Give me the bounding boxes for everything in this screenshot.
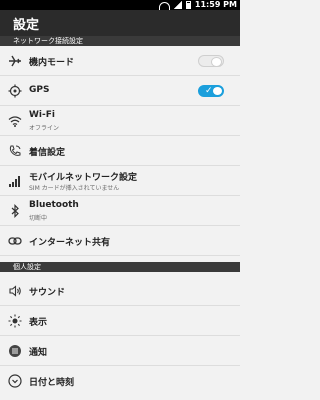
- settings-item-bluetooth[interactable]: Bluetooth 切断中: [0, 196, 240, 226]
- status-wifi-icon: [158, 2, 170, 10]
- settings-item-sound[interactable]: サウンド: [0, 276, 240, 306]
- airplane-mode-toggle[interactable]: [198, 55, 224, 67]
- speaker-icon: [8, 284, 22, 298]
- wifi-icon: [8, 114, 22, 128]
- settings-item-airplane-mode[interactable]: 機内モード: [0, 46, 240, 76]
- settings-item-notifications[interactable]: 通知: [0, 336, 240, 366]
- section-header-personal: 個人設定: [0, 262, 240, 272]
- status-time: 11:59 PM: [194, 0, 237, 9]
- app-bar: 設定: [0, 10, 240, 36]
- page-title: 設定: [13, 18, 40, 33]
- mobile-network-status: SIM カードが挿入されていません: [29, 185, 120, 192]
- wifi-status: オフライン: [29, 125, 60, 132]
- bluetooth-icon: [8, 204, 22, 218]
- toggle-knob: [213, 87, 222, 95]
- link-icon: [8, 234, 22, 248]
- sound-label: サウンド: [29, 288, 66, 298]
- toggle-knob: [211, 57, 222, 67]
- mobile-network-label: モバイルネットワーク設定: [29, 173, 138, 183]
- section-personal-label: 個人設定: [13, 263, 41, 271]
- signal-bars-icon: [8, 174, 22, 188]
- settings-item-date-time[interactable]: 日付と時刻: [0, 366, 240, 396]
- notifications-label: 通知: [29, 348, 48, 358]
- status-bar: 11:59 PM: [0, 0, 240, 10]
- notification-icon: [8, 344, 22, 358]
- display-label: 表示: [29, 318, 48, 328]
- settings-item-mobile-network[interactable]: モバイルネットワーク設定 SIM カードが挿入されていません: [0, 166, 240, 196]
- date-time-label: 日付と時刻: [29, 378, 75, 388]
- wifi-label: Wi-Fi: [29, 110, 55, 120]
- airplane-icon: [8, 54, 22, 68]
- gps-toggle[interactable]: ✓: [198, 85, 224, 97]
- airplane-mode-label: 機内モード: [29, 58, 75, 68]
- internet-sharing-label: インターネット共有: [29, 238, 111, 248]
- status-signal-icon: [173, 1, 182, 9]
- bluetooth-status: 切断中: [29, 215, 48, 222]
- gps-target-icon: [8, 84, 22, 98]
- section-network-label: ネットワーク接続設定: [13, 37, 83, 45]
- settings-item-internet-sharing[interactable]: インターネット共有: [0, 226, 240, 256]
- bluetooth-label: Bluetooth: [29, 200, 79, 210]
- settings-item-wifi[interactable]: Wi-Fi オフライン: [0, 106, 240, 136]
- gps-label: GPS: [29, 85, 50, 95]
- status-battery-icon: [185, 1, 191, 9]
- check-icon: ✓: [205, 86, 213, 96]
- settings-item-call[interactable]: 着信設定: [0, 136, 240, 166]
- settings-item-gps[interactable]: GPS ✓: [0, 76, 240, 106]
- brightness-icon: [8, 314, 22, 328]
- settings-item-display[interactable]: 表示: [0, 306, 240, 336]
- call-settings-label: 着信設定: [29, 148, 66, 158]
- clock-chevron-icon: [8, 374, 22, 388]
- phone-call-icon: [8, 144, 22, 158]
- section-header-network: ネットワーク接続設定: [0, 36, 240, 46]
